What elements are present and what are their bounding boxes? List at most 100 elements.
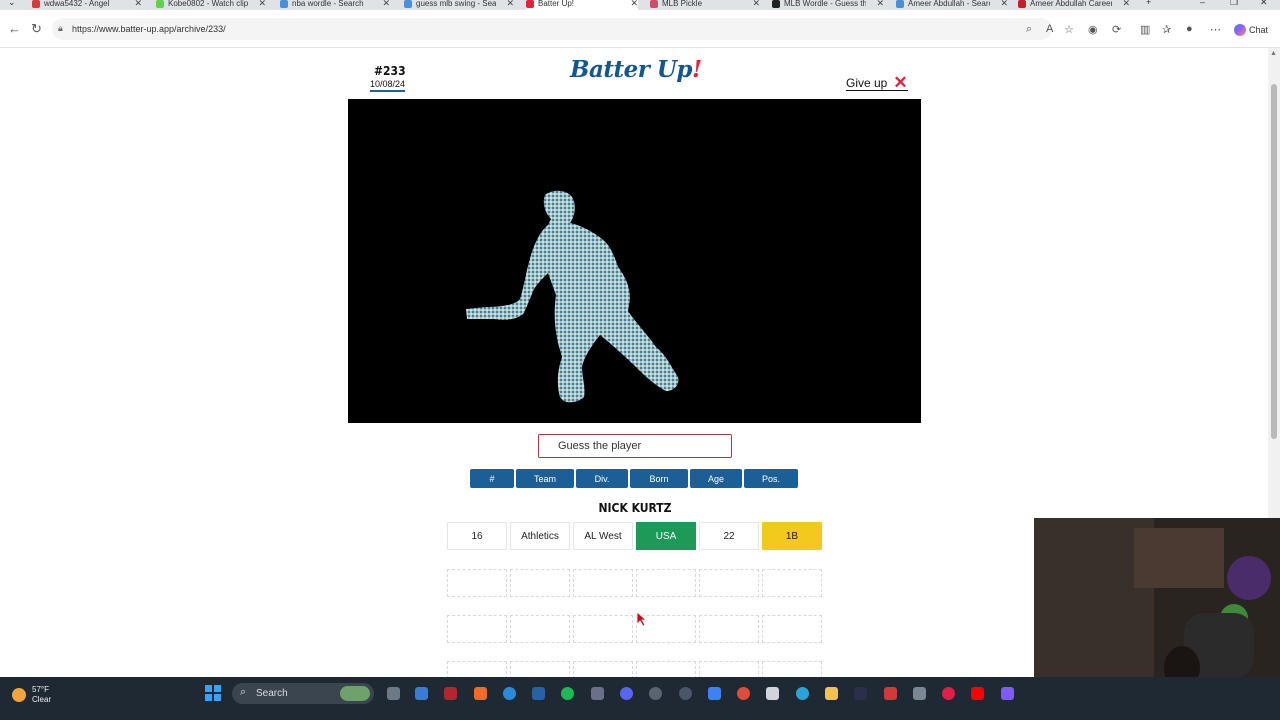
new-tab-icon[interactable]: + <box>1146 0 1151 7</box>
browser-tab[interactable]: Kobe0802 - Watch clips ✕ <box>156 0 266 10</box>
more-menu-icon[interactable]: ⋯ <box>1210 23 1221 36</box>
browser-tab[interactable]: nba wordle - Search ✕ <box>280 0 390 10</box>
taskbar-search[interactable]: ⌕ Search <box>232 683 374 704</box>
category-number: # <box>470 469 514 488</box>
browser-tab[interactable]: Ameer Abdullah - Searc ✕ <box>896 0 1008 10</box>
give-up-button[interactable]: Give up ✕ <box>846 73 908 92</box>
weather-widget[interactable]: 57°F Clear <box>12 685 51 705</box>
webcam-overlay <box>1034 518 1280 678</box>
address-bar[interactable]: 🔒︎ https://www.batter-up.app/archive/233… <box>52 18 1052 40</box>
refresh-icon[interactable]: ↻ <box>31 21 42 37</box>
tab-close-icon[interactable]: ✕ <box>752 0 760 9</box>
empty-cell <box>699 661 759 677</box>
empty-guess-row <box>447 615 822 643</box>
telegram-icon[interactable] <box>796 687 809 700</box>
browser-tab[interactable]: guess mlb swing - Searc ✕ <box>404 0 514 10</box>
empty-cell <box>447 661 507 677</box>
puzzle-date-link[interactable]: 10/08/24 <box>370 79 406 92</box>
tab-close-icon[interactable]: ✕ <box>1000 0 1008 9</box>
empty-cell <box>510 615 570 643</box>
photos-icon[interactable] <box>532 687 545 700</box>
app-icon[interactable] <box>591 687 604 700</box>
tab-menu-icon[interactable]: ⌄ <box>8 0 16 8</box>
app-icon[interactable] <box>708 687 721 700</box>
tab-favicon-icon <box>526 0 534 8</box>
tab-close-icon[interactable]: ✕ <box>876 0 884 9</box>
file-explorer-icon[interactable] <box>825 687 838 700</box>
browser-tab-bar: ⌄ + – ❐ ✕ wdwa5432 - Angel ✕ Kobe0802 - Wa… <box>0 0 1280 10</box>
empty-cell <box>510 569 570 597</box>
player-silhouette-panel <box>348 99 921 423</box>
favorite-star-icon[interactable]: ☆ <box>1064 23 1074 36</box>
copilot-chat-button[interactable]: Chat <box>1234 24 1268 36</box>
back-icon[interactable]: ← <box>8 21 21 36</box>
tab-close-icon[interactable]: ✕ <box>506 0 514 9</box>
close-x-icon: ✕ <box>893 73 908 92</box>
batter-silhouette-image <box>466 190 679 403</box>
tab-close-icon[interactable]: ✕ <box>630 0 638 9</box>
copilot-app-icon[interactable] <box>415 687 428 700</box>
maximize-icon[interactable]: ❐ <box>1230 0 1238 8</box>
guess-player-input[interactable]: Guess the player <box>538 434 732 458</box>
mouse-cursor-icon <box>636 611 648 627</box>
tab-label: Ameer Abdullah - Searc <box>908 0 991 8</box>
weather-icon <box>12 688 26 702</box>
youtube-icon[interactable] <box>971 687 984 700</box>
edge-icon[interactable] <box>503 687 516 700</box>
taskbar-search-label: Search <box>256 688 288 699</box>
browser-tab[interactable]: Batter Up! ✕ <box>526 0 638 10</box>
browser-refresh-icon[interactable]: ⟳ <box>1112 23 1121 36</box>
extension-icon[interactable]: ◉ <box>1088 23 1098 36</box>
guess-cell-team: Athletics <box>510 522 570 550</box>
obs-icon[interactable] <box>649 687 662 700</box>
guess-cell-division: AL West <box>573 522 633 550</box>
tab-close-icon[interactable]: ✕ <box>134 0 142 9</box>
zoom-icon[interactable]: ⌕ <box>1026 23 1032 36</box>
chrome-icon[interactable] <box>737 687 750 700</box>
tab-label: MLB Wordle - Guess the <box>784 0 867 8</box>
minimize-icon[interactable]: – <box>1200 0 1205 7</box>
news-app-icon[interactable] <box>444 687 457 700</box>
task-view-icon[interactable] <box>387 687 400 700</box>
category-born: Born <box>630 469 688 488</box>
opera-icon[interactable] <box>942 687 955 700</box>
app-icon[interactable] <box>884 687 897 700</box>
start-windows-icon[interactable] <box>205 685 221 701</box>
browser-tab[interactable]: Ameer Abdullah Career ✕ <box>1018 0 1130 10</box>
weather-condition: Clear <box>32 695 52 704</box>
steam-icon[interactable] <box>679 687 692 700</box>
discord-icon[interactable] <box>620 687 633 700</box>
app-icon[interactable] <box>1001 687 1014 700</box>
tab-label: wdwa5432 - Angel <box>44 0 110 8</box>
read-aloud-icon[interactable]: A <box>1046 23 1053 35</box>
tab-close-icon[interactable]: ✕ <box>382 0 390 9</box>
category-position: Pos. <box>744 469 798 488</box>
split-screen-icon[interactable]: ▥ <box>1140 23 1150 36</box>
tab-label: Ameer Abdullah Career <box>1030 0 1113 8</box>
weather-temperature: 57°F <box>32 685 49 694</box>
scroll-up-icon[interactable]: ▲ <box>1270 50 1277 57</box>
logo-exclamation: ! <box>692 56 702 83</box>
tab-close-icon[interactable]: ✕ <box>258 0 266 9</box>
app-icon[interactable] <box>854 687 867 700</box>
scrollbar-thumb[interactable] <box>1271 84 1277 439</box>
browser-tab[interactable]: MLB Wordle - Guess the ✕ <box>772 0 884 10</box>
app-icon[interactable] <box>766 687 779 700</box>
tab-favicon-icon <box>896 0 904 8</box>
empty-cell <box>447 615 507 643</box>
close-window-icon[interactable]: ✕ <box>1260 0 1268 8</box>
app-icon[interactable] <box>913 687 926 700</box>
chat-label: Chat <box>1249 25 1269 35</box>
empty-cell <box>762 661 822 677</box>
brave-icon[interactable] <box>474 687 487 700</box>
spotify-icon[interactable] <box>561 687 574 700</box>
favorites-icon[interactable]: ✰ <box>1162 23 1171 36</box>
empty-cell <box>510 661 570 677</box>
tab-close-icon[interactable]: ✕ <box>1122 0 1130 9</box>
browser-tab[interactable]: wdwa5432 - Angel ✕ <box>32 0 142 10</box>
browser-tab[interactable]: MLB Pickle ✕ <box>650 0 760 10</box>
tab-favicon-icon <box>650 0 658 8</box>
search-icon: ⌕ <box>240 686 247 698</box>
tab-label: guess mlb swing - Searc <box>416 0 497 8</box>
profile-icon[interactable]: ● <box>1186 23 1193 35</box>
